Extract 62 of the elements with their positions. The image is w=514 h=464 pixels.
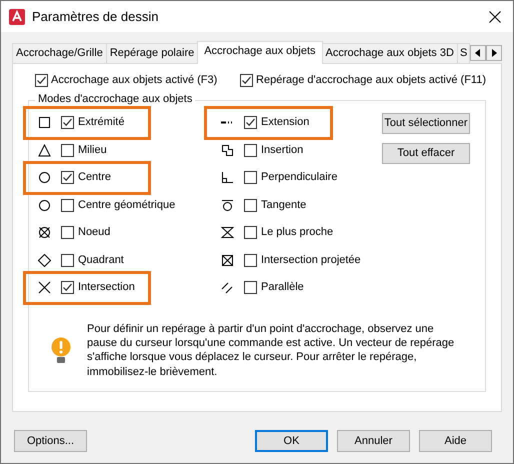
checkbox[interactable] (244, 226, 257, 240)
checkbox-label[interactable]: Noeud (78, 226, 110, 240)
checkbox[interactable] (61, 171, 74, 184)
checkbox[interactable] (61, 226, 74, 240)
checkbox-label[interactable]: Centre géométrique (78, 198, 176, 212)
checkbox-label[interactable]: Extension (261, 116, 310, 130)
checkbox[interactable] (35, 74, 48, 88)
checkbox[interactable] (61, 281, 74, 294)
button[interactable]: Tout sélectionner (382, 113, 470, 134)
close-icon[interactable] (489, 10, 501, 22)
checkbox-label[interactable]: Tangente (261, 198, 306, 212)
triangle-icon (38, 144, 51, 157)
checkbox-label[interactable]: Parallèle (261, 281, 304, 295)
button[interactable]: Options... (14, 430, 87, 452)
checkbox[interactable] (240, 74, 254, 88)
checkbox[interactable] (244, 171, 257, 184)
boxed-cross-icon (221, 254, 234, 267)
lightbulb-icon (51, 336, 71, 364)
checkbox[interactable] (61, 198, 74, 212)
tangent-icon (221, 198, 234, 212)
checkbox-label[interactable]: Repérage d'accrochage aux objets activé (F11) (256, 74, 486, 88)
tab[interactable]: Accrochage/Grille (12, 43, 107, 63)
checkbox-label[interactable]: Le plus proche (261, 226, 334, 240)
checkbox[interactable] (244, 116, 257, 130)
checkbox-label[interactable]: Intersection (78, 281, 135, 295)
checkbox-label[interactable]: Perpendiculaire (261, 171, 338, 185)
button[interactable]: Annuler (337, 430, 410, 452)
insertion-icon (221, 144, 234, 157)
hourglass-icon (221, 226, 234, 240)
scroll-right-icon[interactable] (486, 45, 502, 61)
tab[interactable]: S (456, 43, 470, 63)
tab[interactable]: Accrochage aux objets (197, 41, 323, 64)
checkbox-label[interactable]: Milieu (78, 144, 107, 158)
checkbox[interactable] (244, 281, 257, 294)
checkbox[interactable] (61, 144, 74, 157)
square-icon (38, 116, 51, 130)
group-title: Modes d'accrochage aux objets (35, 93, 196, 106)
tip-text: Pour définir un repérage à partir d'un point d'accrochage, observez une pause du curseur lorsqu'une commande est active. Un vecteur de repérage s'affiche lorsque vous déplacez le curseur. Pour arrêter le repérage, immobilisez-le brièvement. (87, 322, 456, 379)
diamond-icon (38, 254, 51, 267)
button[interactable]: Tout effacer (382, 143, 470, 164)
node-icon (38, 226, 51, 240)
checkbox-label[interactable]: Accrochage aux objets activé (F3) (51, 74, 218, 88)
checkbox[interactable] (244, 254, 257, 267)
checkbox[interactable] (244, 198, 257, 212)
circle-icon (38, 198, 51, 212)
checkbox-label[interactable]: Insertion (261, 144, 304, 158)
circle-icon (38, 171, 51, 184)
checkbox-label[interactable]: Centre (78, 171, 112, 185)
checkbox-label[interactable]: Extrémité (78, 116, 124, 130)
button[interactable]: Aide (419, 430, 492, 452)
scroll-left-icon[interactable] (470, 45, 486, 61)
perpendicular-icon (221, 171, 234, 184)
cross-icon (38, 281, 51, 294)
window-title: Paramètres de dessin (32, 8, 158, 24)
checkbox[interactable] (61, 254, 74, 267)
app-icon (9, 8, 25, 24)
checkbox[interactable] (244, 144, 257, 157)
checkbox-label[interactable]: Quadrant (78, 254, 124, 268)
checkbox-label[interactable]: Intersection projetée (261, 254, 361, 268)
button[interactable]: OK (255, 430, 328, 452)
parallel-icon (221, 281, 234, 294)
checkbox[interactable] (61, 116, 74, 130)
